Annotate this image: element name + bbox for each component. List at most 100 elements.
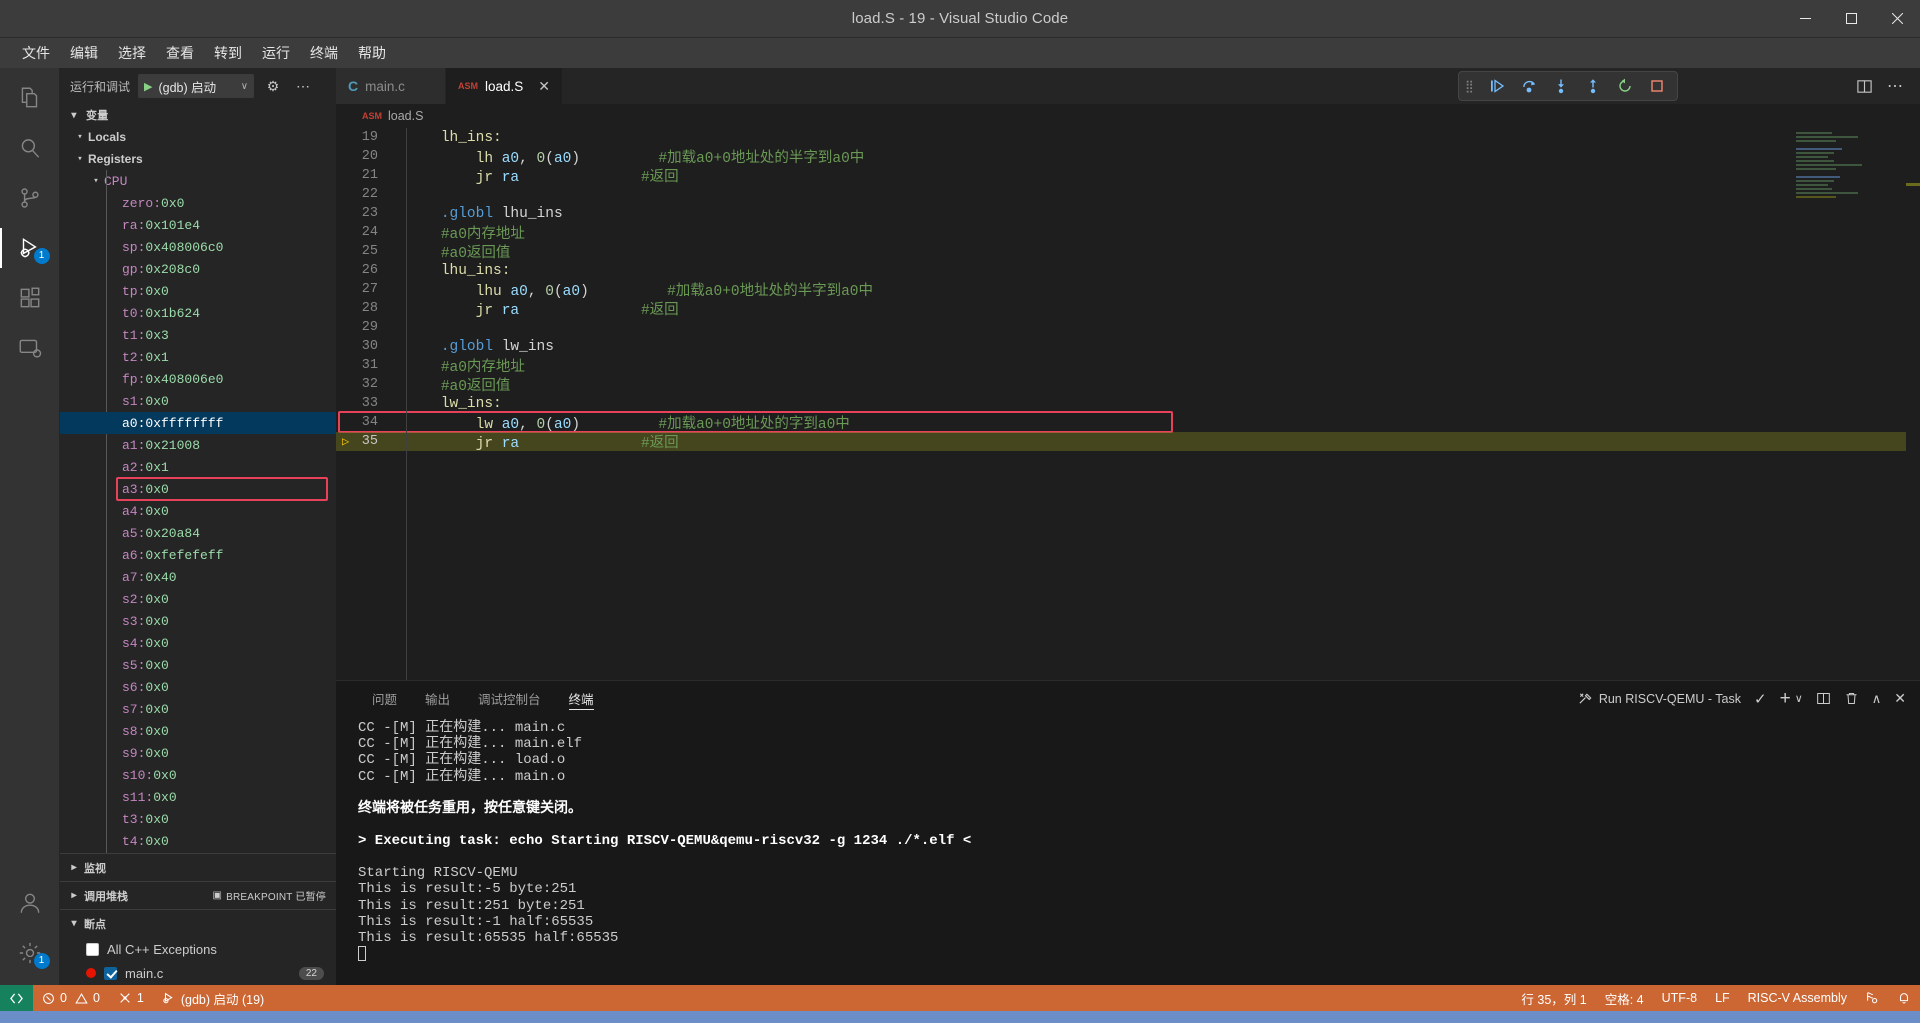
register-row-ra[interactable]: ra: 0x101e4: [60, 214, 336, 236]
code-line[interactable]: 21 jr ra #返回: [336, 166, 1920, 185]
terminal-output[interactable]: CC -[M] 正在构建... main.cCC -[M] 正在构建... ma…: [336, 716, 1920, 985]
code-line[interactable]: 34 lw a0, 0(a0) #加载a0+0地址处的字到a0中: [336, 413, 1920, 432]
line-number[interactable]: 32: [336, 377, 392, 392]
line-content[interactable]: .globl lw_ins: [392, 339, 554, 355]
chevron-right-icon[interactable]: ▸: [66, 890, 82, 901]
chevron-down-icon[interactable]: ▾: [72, 154, 88, 164]
chevron-down-icon[interactable]: ∨: [241, 81, 248, 92]
register-row-t4[interactable]: t4: 0x0: [60, 830, 336, 852]
code-lines[interactable]: 19 lh_ins:20 lh a0, 0(a0) #加载a0+0地址处的半字到…: [336, 128, 1920, 680]
line-number[interactable]: 30: [336, 339, 392, 354]
menu-help[interactable]: 帮助: [348, 40, 396, 66]
menu-terminal[interactable]: 终端: [300, 40, 348, 66]
line-content[interactable]: lhu a0, 0(a0) #加载a0+0地址处的半字到a0中: [392, 279, 873, 300]
tree-group-cpu[interactable]: ▾ CPU: [60, 170, 336, 192]
line-number[interactable]: 20: [336, 149, 392, 164]
line-content[interactable]: jr ra #返回: [392, 298, 679, 319]
code-line[interactable]: 22: [336, 185, 1920, 204]
register-row-gp[interactable]: gp: 0x208c0: [60, 258, 336, 280]
line-number[interactable]: 22: [336, 187, 392, 202]
start-debug-icon[interactable]: ▶: [144, 80, 152, 93]
line-number[interactable]: 26: [336, 263, 392, 278]
activity-item-run-and-debug[interactable]: 1: [0, 224, 60, 272]
status-encoding[interactable]: UTF-8: [1653, 985, 1706, 1011]
register-row-a6[interactable]: a6: 0xfefefeff: [60, 544, 336, 566]
line-number[interactable]: 19: [336, 130, 392, 145]
trash-icon[interactable]: [1844, 691, 1859, 706]
status-language-mode[interactable]: RISC-V Assembly: [1739, 985, 1856, 1011]
register-row-a1[interactable]: a1: 0x21008: [60, 434, 336, 456]
register-row-a3[interactable]: a3: 0x0: [60, 478, 336, 500]
register-row-s10[interactable]: s10: 0x0: [60, 764, 336, 786]
register-row-a5[interactable]: a5: 0x20a84: [60, 522, 336, 544]
drag-handle[interactable]: ⣿: [1463, 79, 1481, 93]
split-editor-icon[interactable]: [1856, 78, 1873, 95]
variables-tree[interactable]: ▾ Locals ▾ Registers ▾ CPU zero: 0x0ra: …: [60, 126, 336, 853]
status-notifications[interactable]: [1888, 985, 1920, 1011]
terminal-dropdown-icon[interactable]: ∨: [1795, 692, 1803, 705]
line-content[interactable]: lhu_ins:: [392, 263, 510, 279]
menu-view[interactable]: 查看: [156, 40, 204, 66]
code-editor[interactable]: 19 lh_ins:20 lh a0, 0(a0) #加载a0+0地址处的半字到…: [336, 128, 1920, 680]
menu-go[interactable]: 转到: [204, 40, 252, 66]
step-over-button[interactable]: [1513, 78, 1545, 94]
register-row-s3[interactable]: s3: 0x0: [60, 610, 336, 632]
code-line[interactable]: 19 lh_ins:: [336, 128, 1920, 147]
menu-selection[interactable]: 选择: [108, 40, 156, 66]
register-row-s8[interactable]: s8: 0x0: [60, 720, 336, 742]
split-terminal-icon[interactable]: [1816, 691, 1831, 706]
code-line[interactable]: ▷35 jr ra #返回: [336, 432, 1920, 451]
status-eol[interactable]: LF: [1706, 985, 1739, 1011]
panel-tab-terminal[interactable]: 终端: [555, 681, 608, 716]
line-content[interactable]: jr ra #返回: [392, 165, 679, 186]
line-number[interactable]: 23: [336, 206, 392, 221]
tab-main-c[interactable]: C main.c: [336, 68, 446, 104]
chevron-down-icon[interactable]: ▾: [66, 110, 82, 121]
line-number[interactable]: 31: [336, 358, 392, 373]
status-problems[interactable]: 0 0: [33, 985, 109, 1011]
breakpoint-item-exceptions[interactable]: All C++ Exceptions: [60, 937, 336, 961]
register-row-zero[interactable]: zero: 0x0: [60, 192, 336, 214]
line-number[interactable]: 28: [336, 301, 392, 316]
breakpoint-item-main-c[interactable]: main.c 22: [60, 961, 336, 985]
line-number[interactable]: 21: [336, 168, 392, 183]
activity-item-search[interactable]: [0, 124, 60, 172]
menu-run[interactable]: 运行: [252, 40, 300, 66]
code-line[interactable]: 20 lh a0, 0(a0) #加载a0+0地址处的半字到a0中: [336, 147, 1920, 166]
breadcrumb[interactable]: ASM load.S: [336, 104, 1920, 128]
register-row-s7[interactable]: s7: 0x0: [60, 698, 336, 720]
code-line[interactable]: 29: [336, 318, 1920, 337]
open-launch-json-gear-icon[interactable]: ⚙: [262, 78, 284, 95]
register-row-t1[interactable]: t1: 0x3: [60, 324, 336, 346]
close-panel-icon[interactable]: ✕: [1894, 690, 1906, 707]
menu-file[interactable]: 文件: [12, 40, 60, 66]
panel-tab-debug-console[interactable]: 调试控制台: [464, 681, 555, 716]
line-content[interactable]: lh a0, 0(a0) #加载a0+0地址处的半字到a0中: [392, 146, 864, 167]
status-feedback[interactable]: [1856, 985, 1888, 1011]
breadcrumb-file[interactable]: load.S: [388, 109, 423, 123]
line-content[interactable]: .globl lhu_ins: [392, 206, 563, 222]
chevron-down-icon[interactable]: ▾: [66, 918, 82, 929]
callstack-section-header[interactable]: ▸ 调用堆栈 ▣ BREAKPOINT 已暂停: [60, 881, 336, 909]
maximize-button[interactable]: [1828, 0, 1874, 38]
activity-item-source-control[interactable]: [0, 174, 60, 222]
line-content[interactable]: #a0内存地址: [392, 222, 525, 243]
register-row-t0[interactable]: t0: 0x1b624: [60, 302, 336, 324]
checkbox[interactable]: [104, 967, 117, 980]
code-line[interactable]: 25 #a0返回值: [336, 242, 1920, 261]
restart-button[interactable]: [1609, 78, 1641, 94]
code-line[interactable]: 30 .globl lw_ins: [336, 337, 1920, 356]
line-number[interactable]: 24: [336, 225, 392, 240]
variables-section-header[interactable]: ▾ 变量: [60, 104, 336, 126]
code-line[interactable]: 24 #a0内存地址: [336, 223, 1920, 242]
panel-tab-problems[interactable]: 问题: [358, 681, 411, 716]
line-content[interactable]: lh_ins:: [392, 130, 502, 146]
register-row-s4[interactable]: s4: 0x0: [60, 632, 336, 654]
status-ports[interactable]: 1: [109, 985, 153, 1011]
continue-button[interactable]: [1481, 78, 1513, 94]
minimize-button[interactable]: [1782, 0, 1828, 38]
launch-configuration-select[interactable]: ▶ (gdb) 启动 ∨: [138, 74, 254, 98]
watch-section-header[interactable]: ▸ 监视: [60, 853, 336, 881]
step-into-button[interactable]: [1545, 78, 1577, 94]
chevron-down-icon[interactable]: ▾: [72, 132, 88, 142]
